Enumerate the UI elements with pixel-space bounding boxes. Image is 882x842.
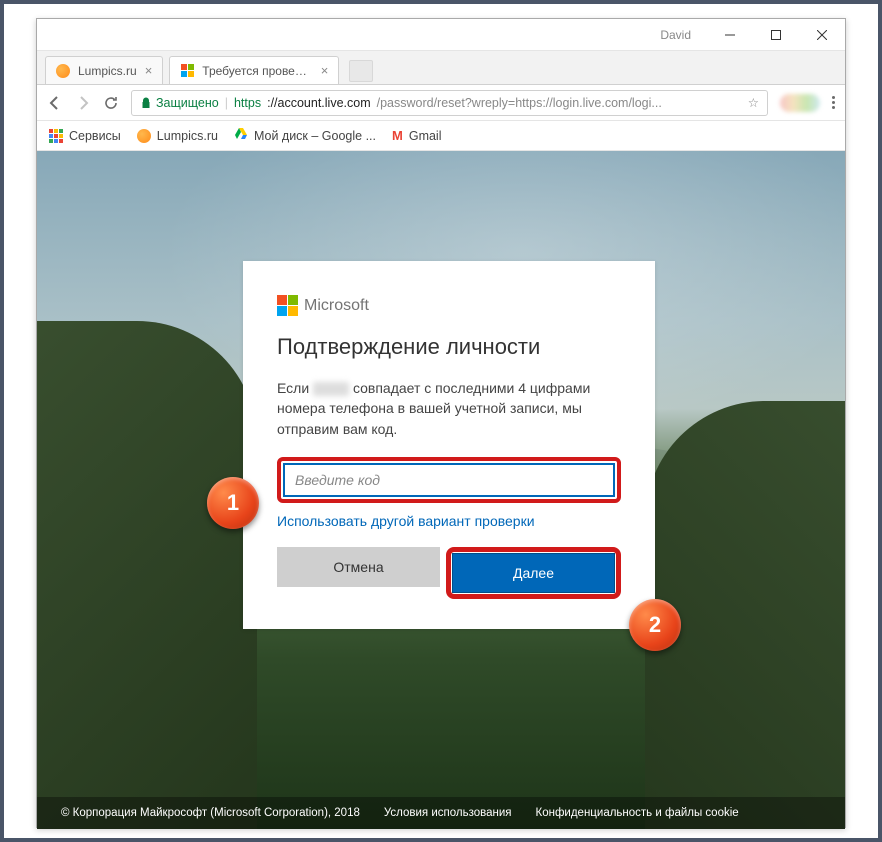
bookmark-label: Мой диск – Google ... xyxy=(254,129,376,143)
annotation-highlight-next: Далее xyxy=(446,547,621,599)
lock-icon xyxy=(140,97,152,109)
gmail-icon: M xyxy=(392,128,403,143)
verification-card: Microsoft Подтверждение личности Если со… xyxy=(243,261,655,629)
bookmarks-bar: Сервисы Lumpics.ru Мой диск – Google ...… xyxy=(37,121,845,151)
tab-close-icon[interactable]: × xyxy=(145,63,153,78)
menu-button[interactable] xyxy=(832,96,835,109)
tab-label: Требуется проверить в xyxy=(202,64,312,78)
back-button[interactable] xyxy=(47,95,63,111)
new-tab-button[interactable] xyxy=(349,60,373,82)
microsoft-logo-text: Microsoft xyxy=(304,297,369,315)
gmail-bookmark[interactable]: M Gmail xyxy=(392,128,442,143)
url-input[interactable]: Защищено | https ://account.live.com/pass… xyxy=(131,90,768,116)
lumpics-icon xyxy=(137,129,151,143)
card-description: Если совпадает с последними 4 цифрами но… xyxy=(277,378,621,439)
maximize-button[interactable] xyxy=(753,19,799,51)
apps-grid-icon xyxy=(49,129,63,143)
forward-button[interactable] xyxy=(75,95,91,111)
tab-strip: Lumpics.ru × Требуется проверить в × xyxy=(37,51,845,85)
reload-button[interactable] xyxy=(103,95,119,111)
annotation-badge-1: 1 xyxy=(207,477,259,529)
cancel-button[interactable]: Отмена xyxy=(277,547,440,587)
divider: | xyxy=(225,96,228,110)
secure-indicator: Защищено xyxy=(140,96,219,110)
window-user-label: David xyxy=(660,28,691,42)
secure-label: Защищено xyxy=(156,96,219,110)
lumpics-favicon-icon xyxy=(56,64,70,78)
next-button[interactable]: Далее xyxy=(452,553,615,593)
tab-close-icon[interactable]: × xyxy=(321,63,329,78)
lumpics-bookmark[interactable]: Lumpics.ru xyxy=(137,129,218,143)
page-footer: © Корпорация Майкрософт (Microsoft Corpo… xyxy=(37,797,845,829)
code-input[interactable] xyxy=(283,463,615,497)
button-row: Отмена Далее xyxy=(277,547,621,599)
bookmark-star-icon[interactable]: ☆ xyxy=(748,95,759,110)
minimize-button[interactable] xyxy=(707,19,753,51)
tab-label: Lumpics.ru xyxy=(78,64,137,78)
redacted-digits xyxy=(313,382,349,396)
card-title: Подтверждение личности xyxy=(277,334,621,360)
profile-avatar[interactable] xyxy=(780,94,820,112)
address-bar: Защищено | https ://account.live.com/pass… xyxy=(37,85,845,121)
url-protocol: https xyxy=(234,96,261,110)
drive-bookmark[interactable]: Мой диск – Google ... xyxy=(234,127,376,144)
background-hill-left xyxy=(37,321,257,829)
footer-copyright: © Корпорация Майкрософт (Microsoft Corpo… xyxy=(61,807,360,819)
microsoft-logo: Microsoft xyxy=(277,295,621,316)
url-path: /password/reset?wreply=https://login.liv… xyxy=(377,96,662,110)
kebab-icon xyxy=(832,96,835,109)
google-drive-icon xyxy=(234,127,248,144)
apps-label: Сервисы xyxy=(69,129,121,143)
url-host: ://account.live.com xyxy=(267,96,371,110)
tab-lumpics[interactable]: Lumpics.ru × xyxy=(45,56,163,84)
annotation-highlight-input xyxy=(277,457,621,503)
footer-terms-link[interactable]: Условия использования xyxy=(384,807,512,819)
apps-bookmark[interactable]: Сервисы xyxy=(49,129,121,143)
footer-privacy-link[interactable]: Конфиденциальность и файлы cookie xyxy=(536,807,739,819)
tab-microsoft-verification[interactable]: Требуется проверить в × xyxy=(169,56,339,84)
bookmark-label: Lumpics.ru xyxy=(157,129,218,143)
microsoft-logo-icon xyxy=(277,295,298,316)
microsoft-favicon-icon xyxy=(180,64,194,78)
page-viewport: Microsoft Подтверждение личности Если со… xyxy=(37,151,845,829)
bookmark-label: Gmail xyxy=(409,129,442,143)
annotation-badge-2: 2 xyxy=(629,599,681,651)
window-titlebar: David xyxy=(37,19,845,51)
chrome-window: David Lumpics.ru × Требуется проверить в… xyxy=(36,18,846,828)
close-button[interactable] xyxy=(799,19,845,51)
alternative-verification-link[interactable]: Использовать другой вариант проверки xyxy=(277,513,535,529)
